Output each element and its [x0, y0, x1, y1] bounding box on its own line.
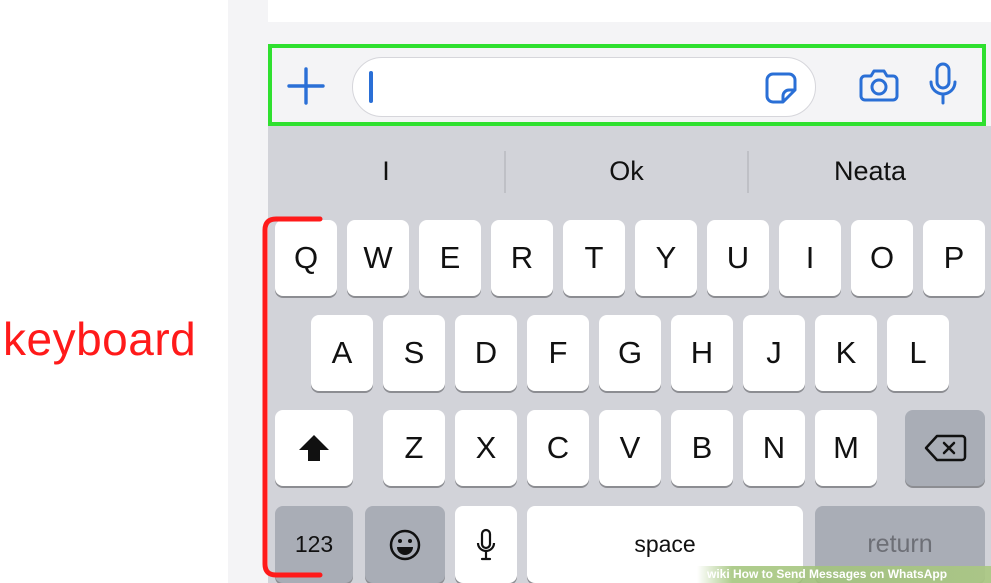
- keyboard-annotation-bracket: [262, 216, 323, 578]
- emoji-icon: [389, 529, 421, 560]
- key-x[interactable]: X: [455, 410, 517, 486]
- camera-icon[interactable]: [858, 64, 900, 106]
- key-e[interactable]: E: [419, 220, 481, 296]
- key-g[interactable]: G: [599, 315, 661, 391]
- key-j[interactable]: J: [743, 315, 805, 391]
- key-h[interactable]: H: [671, 315, 733, 391]
- suggestion-2[interactable]: Ok: [506, 126, 747, 216]
- key-c[interactable]: C: [527, 410, 589, 486]
- key-p[interactable]: P: [923, 220, 985, 296]
- phone-screen: I Ok Neata Q W E R T Y U I O P A S D F G…: [228, 0, 991, 583]
- wikihow-watermark: wiki How to Send Messages on WhatsApp: [697, 566, 991, 583]
- suggestion-1[interactable]: I: [268, 126, 504, 216]
- suggestion-bar: I Ok Neata: [268, 126, 991, 216]
- key-r[interactable]: R: [491, 220, 553, 296]
- key-o[interactable]: O: [851, 220, 913, 296]
- key-z[interactable]: Z: [383, 410, 445, 486]
- delete-key[interactable]: [905, 410, 985, 486]
- key-v[interactable]: V: [599, 410, 661, 486]
- emoji-key[interactable]: [365, 506, 445, 583]
- key-y[interactable]: Y: [635, 220, 697, 296]
- message-input[interactable]: [352, 57, 816, 117]
- key-i[interactable]: I: [779, 220, 841, 296]
- text-caret: [369, 71, 373, 103]
- key-l[interactable]: L: [887, 315, 949, 391]
- keyboard-annotation-label: keyboard: [3, 313, 197, 365]
- key-k[interactable]: K: [815, 315, 877, 391]
- backspace-icon: [924, 434, 967, 462]
- sticker-icon[interactable]: [764, 71, 798, 105]
- key-b[interactable]: B: [671, 410, 733, 486]
- plus-icon[interactable]: [286, 66, 326, 106]
- key-u[interactable]: U: [707, 220, 769, 296]
- microphone-icon: [476, 528, 496, 560]
- key-s[interactable]: S: [383, 315, 445, 391]
- suggestion-3[interactable]: Neata: [749, 126, 991, 216]
- dictation-key[interactable]: [455, 506, 517, 583]
- key-f[interactable]: F: [527, 315, 589, 391]
- keyboard: I Ok Neata Q W E R T Y U I O P A S D F G…: [268, 126, 991, 583]
- key-m[interactable]: M: [815, 410, 877, 486]
- microphone-icon[interactable]: [928, 61, 958, 107]
- chat-area: [268, 0, 991, 22]
- key-w[interactable]: W: [347, 220, 409, 296]
- key-n[interactable]: N: [743, 410, 805, 486]
- message-composer-highlight: [268, 44, 986, 126]
- key-t[interactable]: T: [563, 220, 625, 296]
- key-d[interactable]: D: [455, 315, 517, 391]
